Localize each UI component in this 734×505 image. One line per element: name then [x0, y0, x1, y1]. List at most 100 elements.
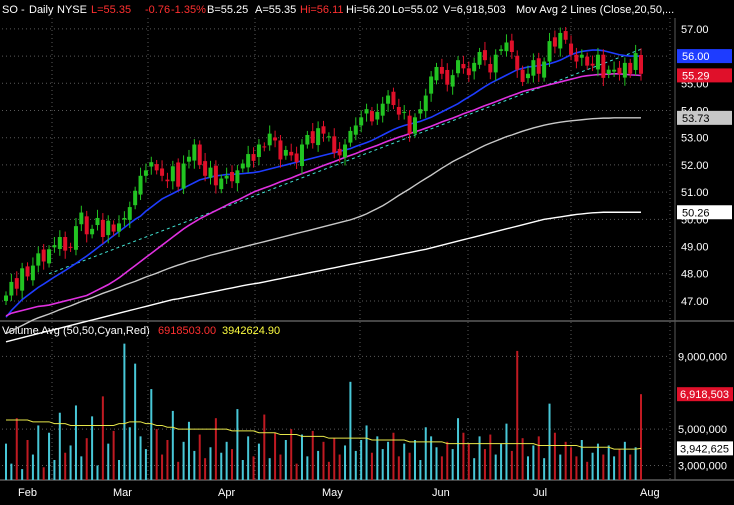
candle-up	[133, 190, 138, 206]
volume-bar	[559, 454, 562, 480]
volume-bar	[161, 454, 164, 480]
volume-bar	[263, 414, 266, 480]
candle-down	[251, 154, 256, 161]
x-tick-label: Feb	[18, 487, 37, 499]
ma50-line	[5, 72, 642, 317]
moving-average-lines	[5, 48, 642, 343]
candle-down	[515, 55, 520, 70]
candle-down	[590, 63, 595, 66]
candle-up	[47, 249, 52, 264]
volume-header-label: Volume Avg (50,50,Cyan,Red)	[2, 325, 150, 337]
candle-down	[585, 56, 590, 66]
volume-bar	[354, 450, 357, 480]
volume-bar	[629, 454, 632, 480]
header-period-label: Daily	[29, 4, 54, 16]
header-bid: B=55.25	[207, 4, 248, 16]
candle-down	[563, 31, 568, 40]
x-tick-label: Mar	[113, 487, 132, 499]
price-tick-label: 57.00	[681, 24, 709, 36]
candle-up	[326, 136, 331, 138]
volume-bar	[204, 458, 207, 480]
candle-down	[337, 148, 342, 156]
volume-bar	[144, 449, 147, 480]
volume-bar	[322, 441, 325, 480]
candle-down	[63, 237, 68, 251]
candle-up	[90, 228, 95, 235]
candle-down	[391, 91, 396, 106]
volume-bar	[543, 458, 546, 480]
volume-bar	[570, 447, 573, 480]
volume-bar	[150, 389, 153, 480]
volume-tick-label: 5,000,000	[678, 424, 727, 436]
candle-down	[25, 266, 30, 277]
candle-up	[52, 245, 57, 248]
candle-down	[294, 153, 299, 163]
candle-up	[73, 226, 78, 250]
candle-up	[375, 111, 380, 120]
candle-up	[525, 73, 530, 79]
candle-down	[574, 54, 579, 62]
volume-bar	[505, 423, 508, 480]
candle-up	[219, 178, 224, 190]
price-tick-label: 47.00	[681, 296, 709, 308]
volume-bar	[290, 429, 293, 480]
volume-bar	[182, 441, 185, 480]
price-marker-label: 56.00	[682, 51, 710, 63]
candle-up	[472, 62, 477, 72]
candle-up	[499, 49, 504, 51]
candle-down	[100, 219, 105, 238]
candle-down	[203, 161, 208, 176]
volume-bar	[333, 438, 336, 480]
candle-down	[482, 50, 487, 61]
candle-up	[4, 295, 8, 301]
volume-bar	[634, 447, 637, 480]
volume-bar	[96, 465, 99, 480]
candle-up	[353, 125, 358, 135]
volume-bar	[295, 463, 298, 480]
candle-up	[504, 42, 509, 52]
candle-down	[445, 69, 450, 85]
candle-up	[95, 217, 100, 226]
candle-down	[111, 224, 116, 232]
candle-up	[418, 109, 423, 114]
candle-up	[359, 117, 364, 126]
candle-up	[402, 111, 407, 113]
volume-marker-label: 6,918,503	[680, 389, 729, 401]
stock-chart[interactable]: SO - Daily NYSE L=55.35 -0.76 -1.35% B=5…	[0, 0, 734, 500]
candle-up	[224, 175, 229, 179]
candle-up	[456, 60, 461, 74]
candle-down	[321, 126, 326, 134]
candle-up	[192, 144, 197, 161]
volume-bar	[500, 443, 503, 480]
candle-down	[488, 63, 493, 73]
volume-bar	[101, 396, 104, 480]
volume-bar	[430, 436, 433, 480]
header-high: Hi=56.11	[300, 4, 344, 16]
volume-header-red: 6918503.00	[158, 325, 216, 337]
volume-bar	[193, 450, 196, 480]
volume-bar	[284, 440, 287, 480]
volume-bar	[580, 440, 583, 480]
candle-down	[165, 179, 170, 182]
volume-bar	[317, 450, 320, 480]
volume-bar	[376, 436, 379, 480]
candle-down	[213, 165, 218, 186]
x-tick-label: May	[322, 487, 343, 499]
chart-canvas[interactable]: SO - Daily NYSE L=55.35 -0.76 -1.35% B=5…	[0, 0, 734, 500]
candle-down	[628, 62, 633, 74]
candle-up	[138, 175, 143, 195]
candle-up	[20, 268, 25, 291]
volume-bar	[489, 434, 492, 480]
volume-bar	[494, 454, 497, 480]
candle-up	[477, 52, 482, 65]
candle-up	[348, 130, 353, 143]
volume-bar	[521, 438, 524, 480]
x-tick-label: Jul	[533, 487, 547, 499]
header-last: L=55.35	[91, 4, 131, 16]
candle-down	[552, 37, 557, 47]
volume-header-yellow: 3942624.90	[222, 325, 280, 337]
header-volume: V=6,918,503	[443, 4, 506, 16]
candle-up	[283, 149, 288, 156]
volume-bar	[596, 443, 599, 480]
candle-down	[617, 67, 622, 74]
